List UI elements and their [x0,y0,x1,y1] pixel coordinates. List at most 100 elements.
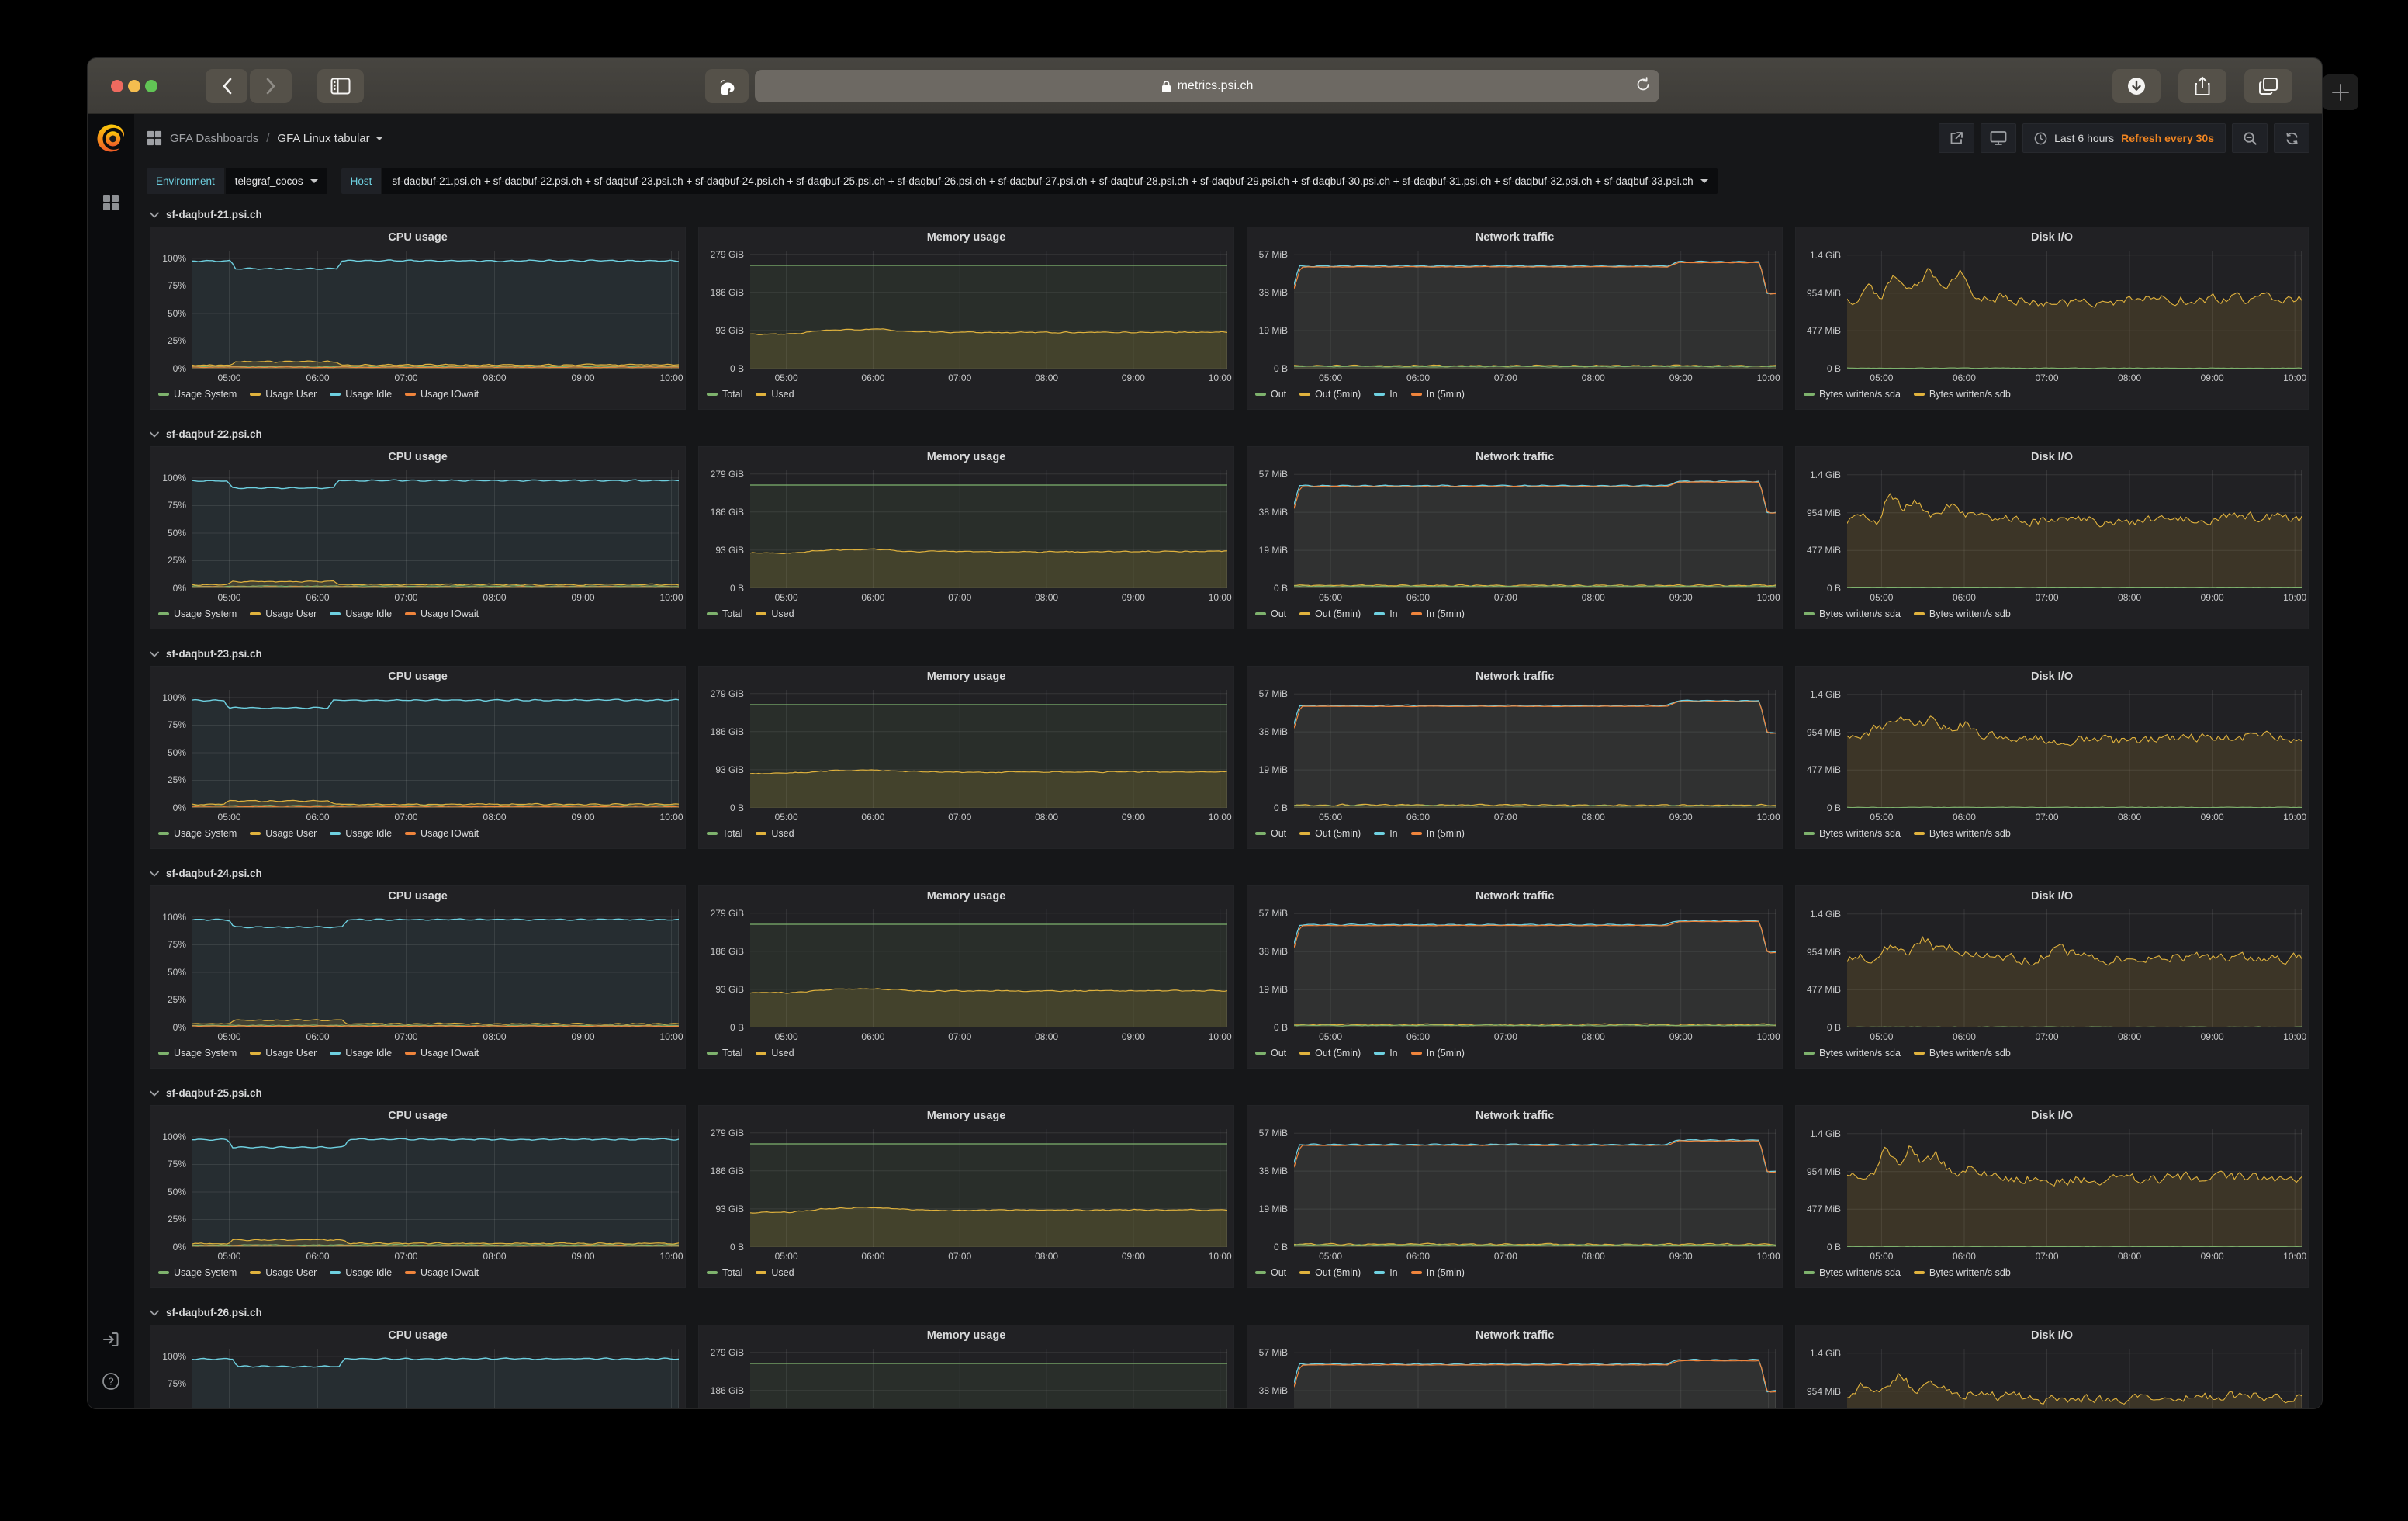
legend-item[interactable]: Usage System [158,389,237,400]
extension-button[interactable] [705,69,749,103]
time-range-picker[interactable]: Last 6 hours Refresh every 30s [2022,123,2226,153]
chart-plot-area[interactable] [1847,1129,2302,1247]
legend-item[interactable]: Out [1255,1048,1286,1058]
panel-title[interactable]: Network traffic [1247,890,1782,903]
chart-plot-area[interactable] [192,909,679,1027]
chart-plot-area[interactable] [750,690,1227,808]
row-header[interactable]: sf-daqbuf-26.psi.ch [150,1303,2322,1323]
close-window-button[interactable] [111,80,123,92]
legend-item[interactable]: In (5min) [1411,389,1465,400]
chart-plot-area[interactable] [1294,1129,1776,1247]
panel-title[interactable]: Memory usage [699,451,1233,463]
row-header[interactable]: sf-daqbuf-24.psi.ch [150,864,2322,884]
legend-item[interactable]: Usage IOwait [405,389,479,400]
legend-item[interactable]: Out (5min) [1299,828,1361,839]
legend-item[interactable]: Out [1255,828,1286,839]
chart-plot-area[interactable] [750,470,1227,588]
legend-item[interactable]: Usage System [158,608,237,619]
panel-title[interactable]: CPU usage [150,451,685,463]
panel-title[interactable]: Disk I/O [1796,890,2308,903]
legend-item[interactable]: Out (5min) [1299,389,1361,400]
share-button[interactable] [2178,69,2226,103]
legend-item[interactable]: In [1374,608,1397,619]
panel-title[interactable]: Disk I/O [1796,670,2308,683]
legend-item[interactable]: In (5min) [1411,828,1465,839]
legend-item[interactable]: Out (5min) [1299,608,1361,619]
chart-plot-area[interactable] [1294,251,1776,369]
legend-item[interactable]: In [1374,1048,1397,1058]
legend-item[interactable]: Usage User [250,1048,317,1058]
panel-title[interactable]: Memory usage [699,1110,1233,1122]
panel-title[interactable]: CPU usage [150,670,685,683]
row-header[interactable]: sf-daqbuf-22.psi.ch [150,424,2322,445]
legend-item[interactable]: In (5min) [1411,1048,1465,1058]
legend-item[interactable]: Used [756,1048,794,1058]
legend-item[interactable]: Usage User [250,828,317,839]
legend-item[interactable]: In (5min) [1411,608,1465,619]
legend-item[interactable]: Out [1255,608,1286,619]
share-dashboard-button[interactable] [1939,123,1974,153]
legend-item[interactable]: Bytes written/s sda [1804,1048,1901,1058]
chart-plot-area[interactable] [750,1129,1227,1247]
chart-plot-area[interactable] [192,251,679,369]
legend-item[interactable]: In [1374,389,1397,400]
tab-overview-button[interactable] [2244,69,2292,103]
legend-item[interactable]: Usage System [158,828,237,839]
legend-item[interactable]: Total [707,1048,742,1058]
legend-item[interactable]: In (5min) [1411,1267,1465,1278]
legend-item[interactable]: Used [756,828,794,839]
chart-plot-area[interactable] [192,690,679,808]
chart-plot-area[interactable] [192,1349,679,1408]
chart-plot-area[interactable] [1847,1349,2302,1408]
dashboard-title-dropdown[interactable]: GFA Linux tabular [277,132,382,145]
legend-item[interactable]: Usage Idle [330,608,392,619]
legend-item[interactable]: Used [756,1267,794,1278]
legend-item[interactable]: Usage IOwait [405,1048,479,1058]
legend-item[interactable]: Used [756,608,794,619]
legend-item[interactable]: Bytes written/s sda [1804,828,1901,839]
panel-title[interactable]: Memory usage [699,890,1233,903]
reload-button[interactable] [1636,77,1650,96]
legend-item[interactable]: Usage IOwait [405,1267,479,1278]
cycle-view-button[interactable] [1981,123,2016,153]
refresh-dashboard-button[interactable] [2274,123,2309,153]
legend-item[interactable]: Usage System [158,1048,237,1058]
panel-title[interactable]: CPU usage [150,231,685,244]
panel-title[interactable]: Network traffic [1247,231,1782,244]
legend-item[interactable]: Out [1255,389,1286,400]
chart-plot-area[interactable] [1294,909,1776,1027]
legend-item[interactable]: Usage IOwait [405,828,479,839]
address-bar[interactable]: metrics.psi.ch [755,70,1659,102]
row-header[interactable]: sf-daqbuf-25.psi.ch [150,1083,2322,1104]
panel-title[interactable]: Disk I/O [1796,1329,2308,1342]
panel-title[interactable]: Network traffic [1247,670,1782,683]
chart-plot-area[interactable] [1847,909,2302,1027]
legend-item[interactable]: Usage User [250,389,317,400]
legend-item[interactable]: Usage IOwait [405,608,479,619]
panel-title[interactable]: Network traffic [1247,451,1782,463]
panel-title[interactable]: CPU usage [150,890,685,903]
legend-item[interactable]: Usage User [250,1267,317,1278]
legend-item[interactable]: Used [756,389,794,400]
forward-button[interactable] [250,69,292,103]
chart-plot-area[interactable] [750,251,1227,369]
breadcrumb-folder[interactable]: GFA Dashboards [170,132,258,145]
legend-item[interactable]: Usage User [250,608,317,619]
grafana-logo[interactable] [95,122,127,158]
legend-item[interactable]: Usage Idle [330,389,392,400]
legend-item[interactable]: Out [1255,1267,1286,1278]
panel-title[interactable]: Memory usage [699,231,1233,244]
row-header[interactable]: sf-daqbuf-21.psi.ch [150,205,2322,225]
chart-plot-area[interactable] [750,1349,1227,1408]
chart-plot-area[interactable] [1847,251,2302,369]
legend-item[interactable]: Usage System [158,1267,237,1278]
legend-item[interactable]: In [1374,828,1397,839]
legend-item[interactable]: Out (5min) [1299,1267,1361,1278]
chart-plot-area[interactable] [1294,690,1776,808]
variable-host-value[interactable]: sf-daqbuf-21.psi.ch + sf-daqbuf-22.psi.c… [382,168,1717,194]
downloads-button[interactable] [2112,69,2161,103]
panel-title[interactable]: Disk I/O [1796,451,2308,463]
legend-item[interactable]: Bytes written/s sda [1804,1267,1901,1278]
row-header[interactable]: sf-daqbuf-23.psi.ch [150,644,2322,664]
chart-plot-area[interactable] [1847,690,2302,808]
